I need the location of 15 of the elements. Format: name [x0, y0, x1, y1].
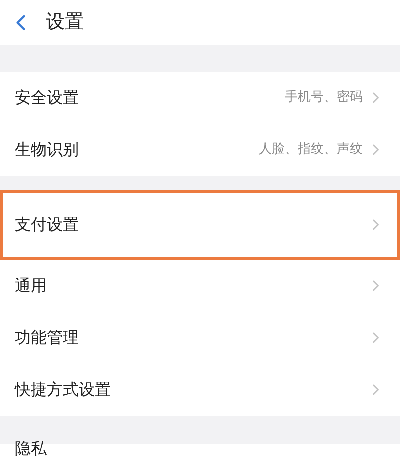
row-label: 支付设置 — [15, 214, 79, 236]
settings-row[interactable]: 快捷方式设置 — [0, 364, 400, 416]
settings-row[interactable]: 通用 — [0, 260, 400, 312]
settings-row[interactable]: 安全设置 手机号、密码 — [0, 72, 400, 124]
page-title: 设置 — [46, 10, 84, 36]
row-label: 生物识别 — [15, 139, 79, 161]
row-value: 手机号、密码 — [285, 89, 363, 108]
settings-row[interactable]: 支付设置 — [0, 190, 400, 260]
row-label: 安全设置 — [15, 87, 79, 109]
settings-row[interactable]: 功能管理 — [0, 312, 400, 364]
row-label: 通用 — [15, 275, 47, 297]
row-label: 功能管理 — [15, 327, 79, 349]
row-value: 人脸、指纹、声纹 — [259, 141, 363, 160]
settings-row[interactable]: 生物识别 人脸、指纹、声纹 — [0, 124, 400, 176]
row-label: 快捷方式设置 — [15, 379, 111, 401]
